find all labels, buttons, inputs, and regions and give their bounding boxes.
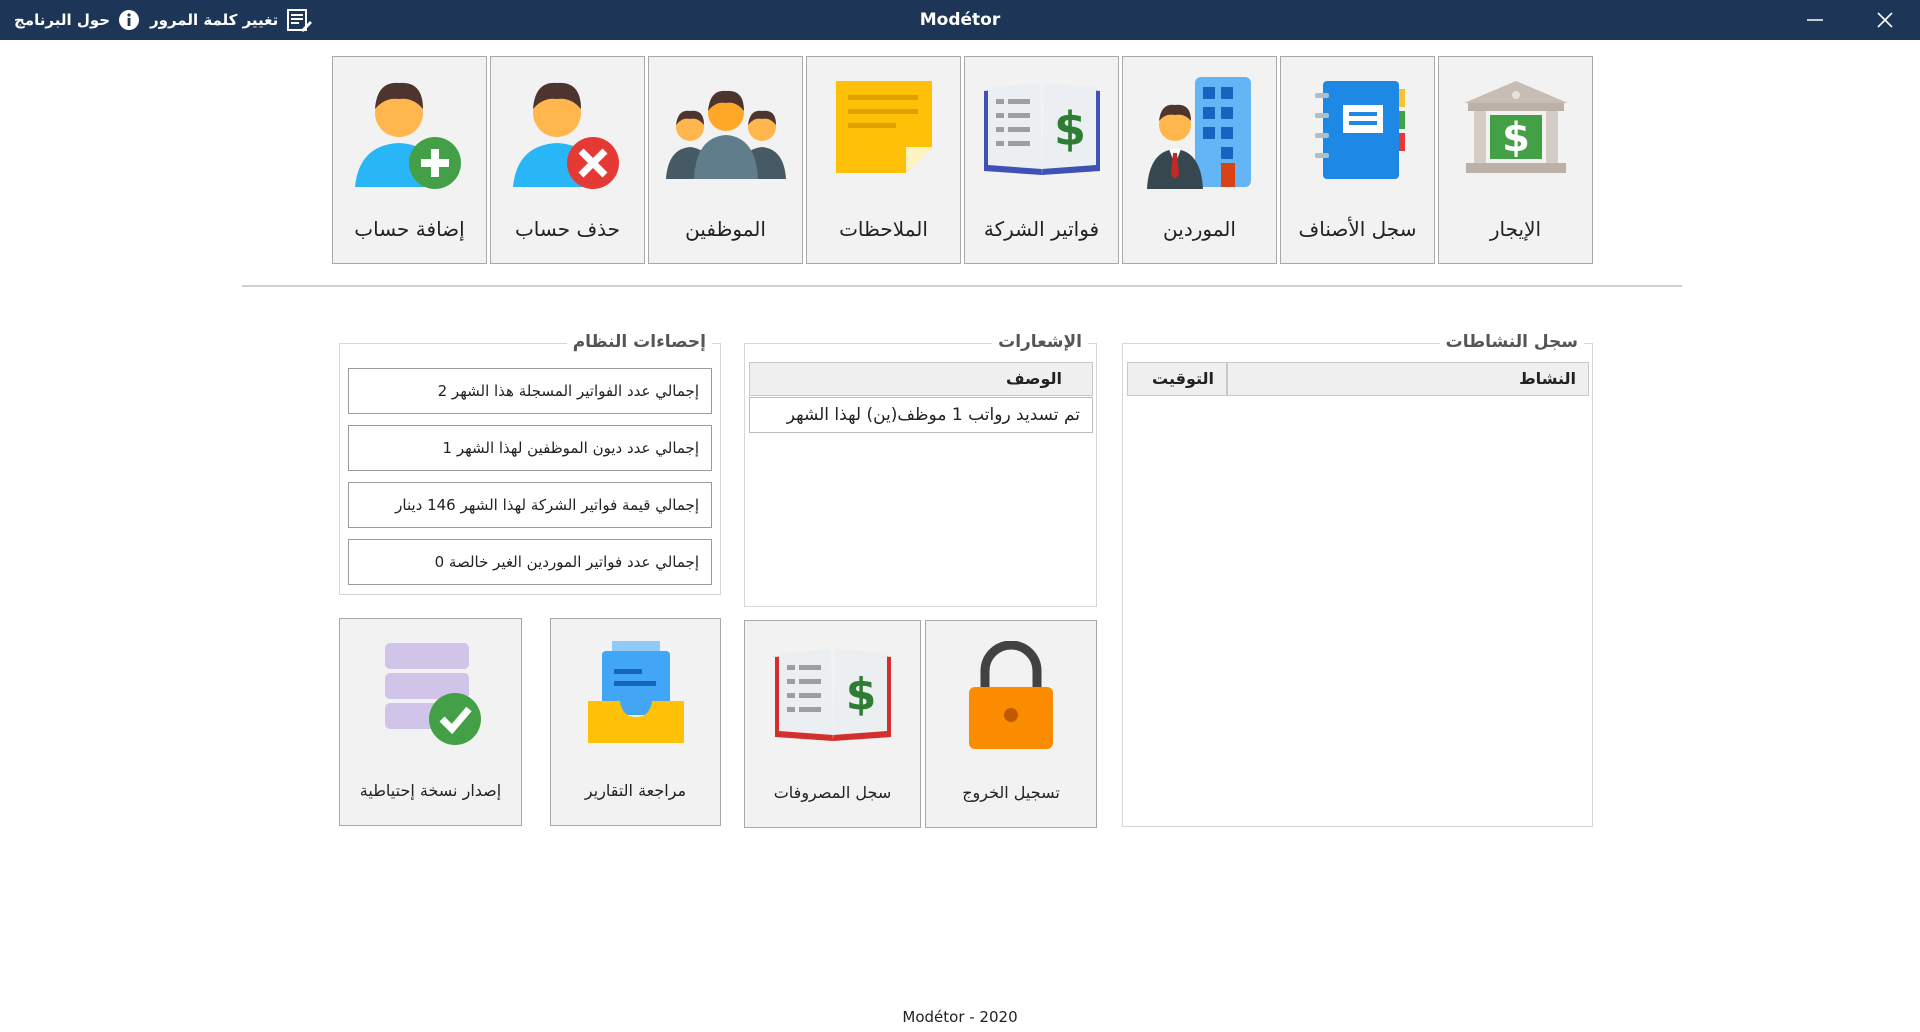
backup-database-icon [340, 639, 521, 747]
change-password-link[interactable]: تغيير كلمة المرور [150, 0, 313, 40]
svg-text:$: $ [1053, 102, 1085, 156]
activity-log-title: سجل النشاطات [1439, 332, 1584, 352]
tile-label: مراجعة التقارير [584, 781, 687, 800]
tile-company-invoices[interactable]: $ فواتير الشركة [964, 56, 1119, 264]
system-stats-title: إحصاءات النظام [566, 332, 712, 352]
tile-label: سجل الأصناف [1298, 217, 1417, 241]
remove-user-icon [491, 75, 644, 191]
tile-label: سجل المصروفات [773, 783, 892, 802]
footer-copyright: Modétor - 2020 [902, 1008, 1018, 1026]
about-link[interactable]: حول البرنامج [14, 0, 140, 40]
stat-unpaid-supplier-invoices: إجمالي عدد فواتير الموردين الغير خالصة 0 [348, 539, 712, 585]
padlock-icon [926, 641, 1096, 753]
svg-text:$: $ [845, 669, 876, 720]
notifications-panel: الإشعارات الوصف تم تسديد رواتب 1 موظف(ين… [744, 332, 1097, 607]
add-user-icon [333, 75, 486, 191]
invoice-book-icon: $ [965, 75, 1118, 185]
tile-label: الإيجار [1489, 217, 1542, 241]
tile-items-log[interactable]: سجل الأصناف [1280, 56, 1435, 264]
tile-label: تسجيل الخروج [962, 783, 1060, 802]
column-header-description[interactable]: الوصف [749, 362, 1093, 396]
system-stats-panel: إحصاءات النظام إجمالي عدد الفواتير المسج… [339, 332, 721, 595]
tile-label: الموردين [1163, 217, 1236, 241]
column-header-activity[interactable]: النشاط [1227, 362, 1589, 396]
tile-delete-account[interactable]: حذف حساب [490, 56, 645, 264]
tile-suppliers[interactable]: الموردين [1122, 56, 1277, 264]
stat-company-invoices-value: إجمالي قيمة فواتير الشركة لهذا الشهر 146… [348, 482, 712, 528]
app-window: Modétor حول البرنامج تغيير كلمة المرور $… [0, 0, 1920, 1032]
stat-employee-debts: إجمالي عدد ديون الموظفين لهذا الشهر 1 [348, 425, 712, 471]
change-password-label: تغيير كلمة المرور [150, 11, 279, 29]
svg-text:$: $ [1502, 115, 1530, 161]
tile-review-reports[interactable]: مراجعة التقارير [550, 618, 721, 826]
title-bar: Modétor حول البرنامج تغيير كلمة المرور [0, 0, 1920, 40]
sticky-note-icon [807, 75, 960, 175]
tile-label: إضافة حساب [354, 217, 465, 241]
bank-icon: $ [1439, 75, 1592, 185]
info-icon [118, 9, 140, 31]
minimize-icon [1807, 19, 1823, 21]
close-button[interactable] [1862, 0, 1908, 40]
tile-logout[interactable]: تسجيل الخروج [925, 620, 1097, 828]
activity-log-panel: سجل النشاطات النشاط التوقيت [1122, 332, 1593, 827]
column-header-time[interactable]: التوقيت [1127, 362, 1227, 396]
reports-inbox-icon [551, 639, 720, 747]
about-label: حول البرنامج [14, 11, 111, 29]
notification-row[interactable]: تم تسديد رواتب 1 موظف(ين) لهذا الشهر [749, 397, 1093, 433]
notifications-title: الإشعارات [992, 332, 1088, 352]
tile-notes[interactable]: الملاحظات [806, 56, 961, 264]
stat-invoices-this-month: إجمالي عدد الفواتير المسجلة هذا الشهر 2 [348, 368, 712, 414]
tile-rent[interactable]: $ الإيجار [1438, 56, 1593, 264]
tile-add-account[interactable]: إضافة حساب [332, 56, 487, 264]
close-icon [1877, 12, 1893, 28]
tile-expenses-log[interactable]: $ سجل المصروفات [744, 620, 921, 828]
tile-label: إصدار نسخة إحتياطية [359, 781, 502, 800]
minimize-button[interactable] [1792, 0, 1838, 40]
employees-group-icon [649, 75, 802, 185]
section-divider [242, 285, 1682, 287]
tile-employees[interactable]: الموظفين [648, 56, 803, 264]
tile-label: حذف حساب [514, 217, 621, 241]
notebook-icon [1281, 75, 1434, 185]
edit-document-icon [286, 7, 313, 33]
expenses-book-icon: $ [745, 641, 920, 751]
tile-label: الموظفين [685, 217, 766, 241]
tile-create-backup[interactable]: إصدار نسخة إحتياطية [339, 618, 522, 826]
supplier-building-icon [1123, 75, 1276, 191]
tile-label: فواتير الشركة [983, 217, 1100, 241]
tile-label: الملاحظات [839, 217, 928, 241]
